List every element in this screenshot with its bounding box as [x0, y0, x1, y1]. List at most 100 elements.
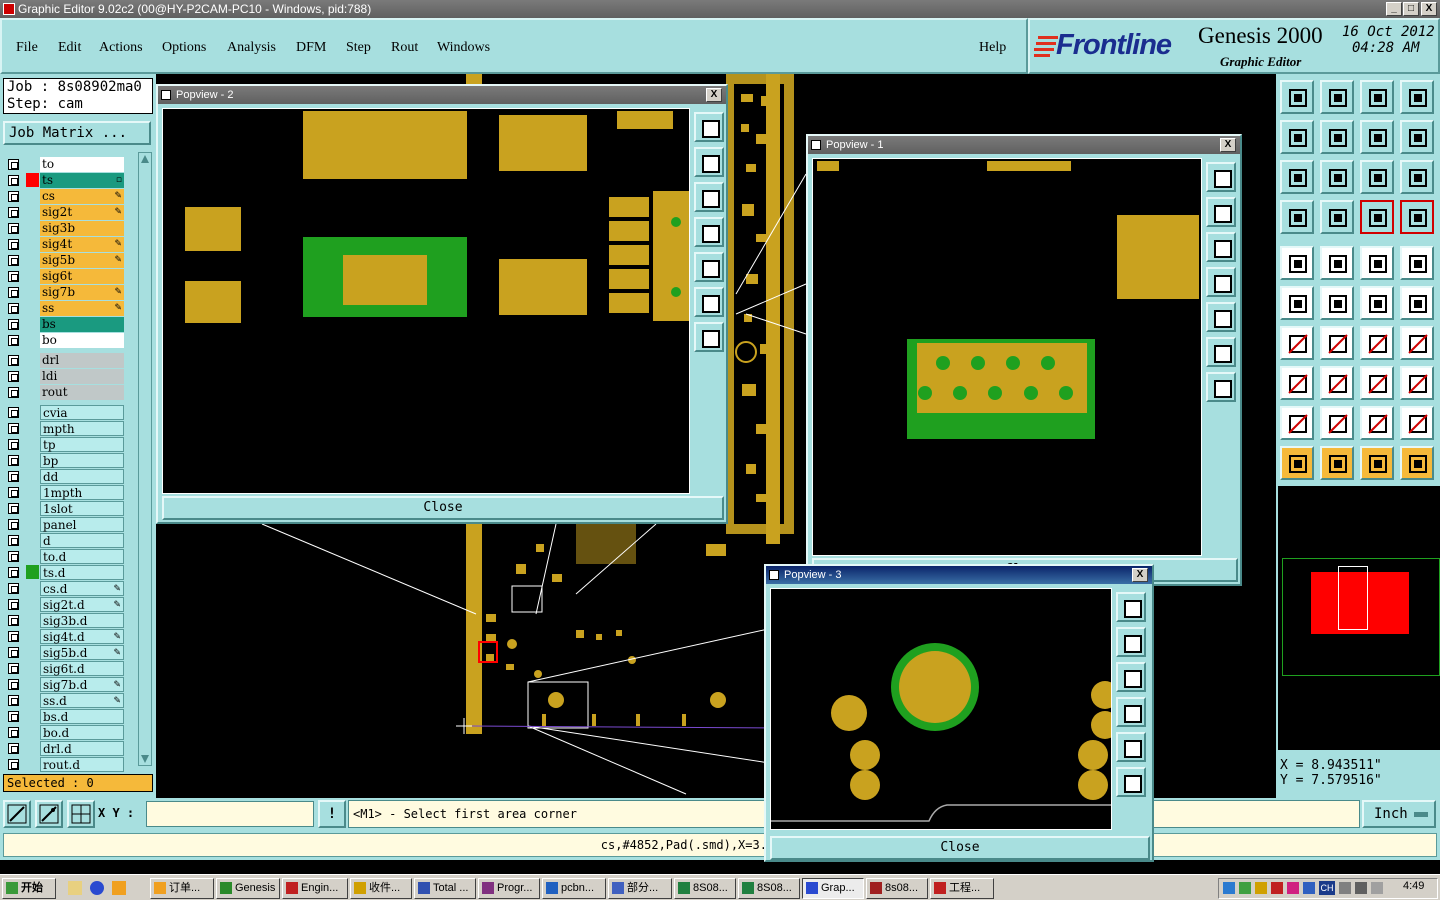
tray-app-icon[interactable]: [1287, 882, 1299, 894]
layer-select-indicator[interactable]: [26, 741, 39, 755]
layer-checkbox[interactable]: [8, 503, 19, 514]
layer-row[interactable]: rout.d: [6, 756, 124, 772]
layer-select-indicator[interactable]: [26, 269, 39, 283]
tool-point[interactable]: [1400, 246, 1434, 280]
layer-row[interactable]: sig5b ✎: [6, 252, 124, 268]
layer-checkbox[interactable]: [8, 519, 19, 530]
layer-checkbox[interactable]: [8, 711, 19, 722]
layer-select-indicator[interactable]: [26, 385, 39, 399]
taskbar-button[interactable]: 订单...: [150, 878, 214, 899]
layer-checkbox[interactable]: [8, 207, 19, 218]
media-icon[interactable]: [112, 881, 126, 895]
tool-pan-right[interactable]: [1320, 120, 1354, 154]
layer-select-indicator[interactable]: [26, 677, 39, 691]
popview-view-button[interactable]: [694, 217, 724, 247]
layer-row[interactable]: 1slot: [6, 500, 124, 516]
popview-view-button[interactable]: [1206, 232, 1236, 262]
layer-checkbox[interactable]: [8, 743, 19, 754]
menu-options[interactable]: Options: [162, 40, 206, 56]
tool-layer-compare-alt[interactable]: [1400, 200, 1434, 234]
layer-checkbox[interactable]: [8, 439, 19, 450]
popview-view-button[interactable]: [1206, 372, 1236, 402]
popview-1-close-x[interactable]: X: [1220, 138, 1236, 152]
layer-checkbox[interactable]: [8, 223, 19, 234]
tray-app-icon[interactable]: [1303, 882, 1315, 894]
popview-view-button[interactable]: [694, 112, 724, 142]
taskbar-button[interactable]: Genesis: [216, 878, 280, 899]
clock[interactable]: 4:49: [1403, 880, 1424, 892]
popview-2-window[interactable]: Popview - 2 X Close: [156, 84, 728, 524]
menu-help[interactable]: Help: [979, 40, 1006, 56]
scroll-down-icon[interactable]: [141, 755, 149, 763]
layer-row[interactable]: ldi: [6, 368, 124, 384]
layer-row[interactable]: cvia: [6, 404, 124, 420]
layer-checkbox[interactable]: [8, 271, 19, 282]
snap-grid-button[interactable]: [35, 800, 63, 828]
tool-triangle-a[interactable]: [1280, 406, 1314, 440]
menu-rout[interactable]: Rout: [391, 40, 418, 56]
tool-undo-view[interactable]: [1360, 120, 1394, 154]
menu-actions[interactable]: Actions: [99, 40, 143, 56]
taskbar-button[interactable]: Engin...: [282, 878, 348, 899]
tray-app-icon[interactable]: [1271, 882, 1283, 894]
popview-view-button[interactable]: [1116, 627, 1146, 657]
layer-row[interactable]: sig6t.d: [6, 660, 124, 676]
popview-view-button[interactable]: [694, 287, 724, 317]
layer-checkbox[interactable]: [8, 303, 19, 314]
popview-1-window[interactable]: Popview - 1 X Close: [806, 134, 1242, 586]
layer-row[interactable]: sig6t: [6, 268, 124, 284]
taskbar-button[interactable]: pcbn...: [542, 878, 606, 899]
popview-3-close-button[interactable]: Close: [770, 836, 1150, 860]
layer-row[interactable]: cs.d ✎: [6, 580, 124, 596]
tool-triangle-b[interactable]: [1320, 406, 1354, 440]
layer-select-indicator[interactable]: [26, 597, 39, 611]
layer-row[interactable]: drl: [6, 352, 124, 368]
tray-app-icon[interactable]: [1355, 882, 1367, 894]
tray-app-icon[interactable]: [1339, 882, 1351, 894]
popview-view-button[interactable]: [1116, 732, 1146, 762]
layer-select-indicator[interactable]: [26, 253, 39, 267]
layer-select-indicator[interactable]: [26, 629, 39, 643]
layer-checkbox[interactable]: [8, 599, 19, 610]
layer-checkbox[interactable]: [8, 255, 19, 266]
taskbar-button[interactable]: 8s08...: [866, 878, 928, 899]
layer-row[interactable]: sig2t ✎: [6, 204, 124, 220]
layer-select-indicator[interactable]: [26, 301, 39, 315]
tool-zoom-out[interactable]: [1320, 80, 1354, 114]
units-selector[interactable]: Inch: [1362, 800, 1436, 828]
layer-row[interactable]: sig3b: [6, 220, 124, 236]
tool-split-view[interactable]: [1400, 80, 1434, 114]
layer-row[interactable]: bs: [6, 316, 124, 332]
tool-dimension[interactable]: [1360, 366, 1394, 400]
layer-select-indicator[interactable]: [26, 205, 39, 219]
layer-select-indicator[interactable]: [26, 725, 39, 739]
layer-checkbox[interactable]: [8, 759, 19, 770]
layer-checkbox[interactable]: [8, 335, 19, 346]
layer-checkbox[interactable]: [8, 423, 19, 434]
menu-windows[interactable]: Windows: [437, 40, 490, 56]
layer-checkbox[interactable]: [8, 583, 19, 594]
layer-row[interactable]: ss ✎: [6, 300, 124, 316]
taskbar-button[interactable]: 部分...: [608, 878, 672, 899]
layer-checkbox[interactable]: [8, 487, 19, 498]
popview-view-button[interactable]: [1206, 162, 1236, 192]
layer-select-indicator[interactable]: [26, 581, 39, 595]
menu-dfm[interactable]: DFM: [296, 40, 326, 56]
layer-select-indicator[interactable]: [26, 709, 39, 723]
layer-select-indicator[interactable]: [26, 437, 39, 451]
layer-checkbox[interactable]: [8, 239, 19, 250]
tray-app-icon[interactable]: [1255, 882, 1267, 894]
tool-fit-profile[interactable]: [1320, 160, 1354, 194]
tool-pointer-box[interactable]: [1320, 446, 1354, 480]
tool-select-vertex[interactable]: [1320, 246, 1354, 280]
start-button[interactable]: 开始: [2, 878, 56, 899]
layer-select-indicator[interactable]: [26, 645, 39, 659]
layer-row[interactable]: bo.d: [6, 724, 124, 740]
xy-input[interactable]: [146, 801, 314, 827]
popview-view-button[interactable]: [1116, 697, 1146, 727]
layer-checkbox[interactable]: [8, 647, 19, 658]
popview-view-button[interactable]: [1116, 767, 1146, 797]
tool-pointer[interactable]: [1280, 446, 1314, 480]
layer-row[interactable]: sig4t.d ✎: [6, 628, 124, 644]
layer-select-indicator[interactable]: [26, 757, 39, 771]
